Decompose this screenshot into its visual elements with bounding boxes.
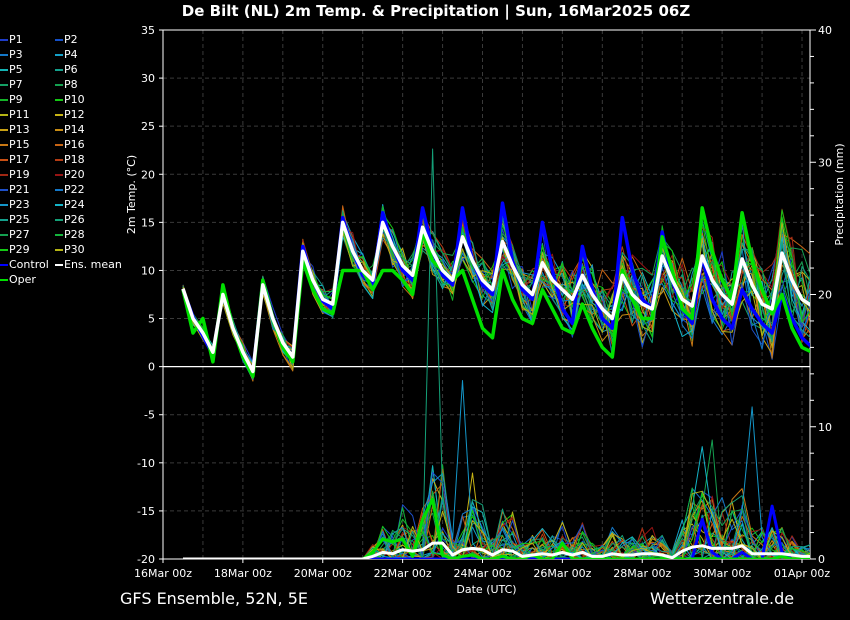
x-axis-label: Date (UTC) <box>456 583 516 596</box>
x-tick-label: 01Apr 00z <box>774 567 831 580</box>
x-tick-label: 26Mar 00z <box>533 567 591 580</box>
y2-tick-label: 40 <box>818 24 832 37</box>
y2-axis-label: Precipitation (mm) <box>833 143 846 245</box>
y-tick-label: -5 <box>144 409 155 422</box>
y2-tick-label: 20 <box>818 289 832 302</box>
y-tick-label: 30 <box>141 72 155 85</box>
y-tick-label: 5 <box>148 313 155 326</box>
x-tick-label: 20Mar 00z <box>294 567 352 580</box>
y2-tick-label: 30 <box>818 156 832 169</box>
model-label: GFS Ensemble, 52N, 5E <box>120 589 308 608</box>
series-group <box>181 148 810 559</box>
x-tick-label: 16Mar 00z <box>134 567 192 580</box>
y-tick-label: 15 <box>141 216 155 229</box>
y-tick-label: -15 <box>137 505 155 518</box>
y-tick-label: 10 <box>141 264 155 277</box>
chart: 35 30 25 20 15 10 5 0 -5 -10 -15 -20 40 30 20 10 0 16Mar … <box>125 24 846 596</box>
y-tick-label: -10 <box>137 457 155 470</box>
y-axis-label: 2m Temp. (°C) <box>125 155 138 234</box>
y-tick-label: 25 <box>141 120 155 133</box>
y-tick-label: 35 <box>141 24 155 37</box>
y2-tick-label: 10 <box>818 421 832 434</box>
x-tick-label: 22Mar 00z <box>374 567 432 580</box>
x-tick-label: 24Mar 00z <box>453 567 511 580</box>
y2-tick-label: 0 <box>818 553 825 566</box>
source-label: Wetterzentrale.de <box>650 589 795 608</box>
x-tick-label: 28Mar 00z <box>613 567 671 580</box>
x-tick-label: 18Mar 00z <box>214 567 272 580</box>
y-tick-label: -20 <box>137 553 155 566</box>
y-tick-label: 0 <box>148 361 155 374</box>
y-tick-label: 20 <box>141 168 155 181</box>
x-tick-label: 30Mar 00z <box>693 567 751 580</box>
